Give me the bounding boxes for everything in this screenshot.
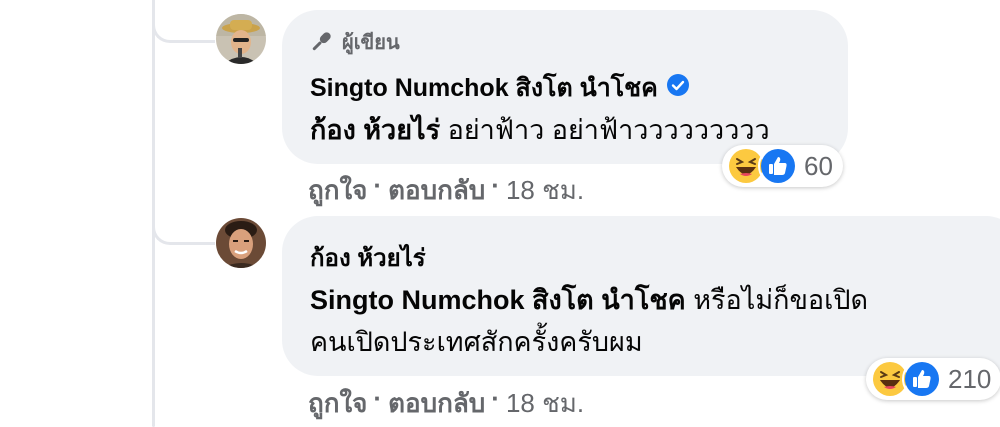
thread-connector bbox=[152, 190, 215, 245]
like-icon bbox=[758, 146, 798, 186]
timestamp-link[interactable]: 18 ชม. bbox=[506, 383, 584, 424]
like-button[interactable]: ถูกใจ bbox=[308, 170, 367, 211]
comment-text: Singto Numchok สิงโต นำโชค หรือไม่ก็ขอเป… bbox=[310, 278, 868, 321]
comment-body: หรือไม่ก็ขอเปิด bbox=[693, 285, 869, 315]
thread-connector bbox=[152, 0, 215, 43]
comment-author: Singto Numchok สิงโต นำโชค bbox=[310, 68, 690, 108]
comment-body: อย่าฟ้าว อย่าฟ้าววววววววว bbox=[447, 115, 770, 145]
comment-actions: ถูกใจ · ตอบกลับ · 18 ชม. bbox=[308, 170, 584, 211]
like-button[interactable]: ถูกใจ bbox=[308, 383, 367, 424]
separator: · bbox=[373, 170, 383, 200]
avatar[interactable] bbox=[216, 218, 266, 268]
author-name-link[interactable]: ก้อง ห้วยไร่ bbox=[310, 238, 426, 277]
author-badge: ผู้เขียน bbox=[308, 26, 400, 58]
mention-link[interactable]: ก้อง ห้วยไร่ bbox=[310, 115, 440, 145]
reaction-summary[interactable]: 210 bbox=[866, 358, 1000, 400]
reaction-summary[interactable]: 60 bbox=[722, 145, 843, 187]
comment-bubble: ก้อง ห้วยไร่ Singto Numchok สิงโต นำโชค … bbox=[282, 216, 1000, 376]
reply-button[interactable]: ตอบกลับ bbox=[388, 383, 485, 424]
like-icon bbox=[902, 359, 942, 399]
comment-actions: ถูกใจ · ตอบกลับ · 18 ชม. bbox=[308, 383, 584, 424]
comment-text: ก้อง ห้วยไร่ อย่าฟ้าว อย่าฟ้าววววววววว bbox=[310, 108, 770, 151]
separator: · bbox=[491, 383, 500, 413]
author-badge-label: ผู้เขียน bbox=[342, 32, 400, 54]
separator: · bbox=[491, 170, 500, 200]
microphone-icon bbox=[308, 29, 334, 55]
reply-button[interactable]: ตอบกลับ bbox=[388, 170, 485, 211]
reaction-count: 210 bbox=[948, 363, 992, 394]
reaction-count: 60 bbox=[804, 150, 833, 181]
comment-text-continued: คนเปิดประเทศสักครั้งครับผม bbox=[310, 327, 643, 357]
timestamp-link[interactable]: 18 ชม. bbox=[506, 170, 584, 211]
verified-badge-icon bbox=[666, 73, 690, 104]
separator: · bbox=[373, 383, 383, 413]
avatar[interactable] bbox=[216, 14, 266, 64]
comment-author: ก้อง ห้วยไร่ bbox=[310, 238, 426, 277]
mention-link[interactable]: Singto Numchok สิงโต นำโชค bbox=[310, 285, 686, 315]
comment-bubble: ผู้เขียน Singto Numchok สิงโต นำโชค ก้อง… bbox=[282, 10, 848, 164]
author-name-link[interactable]: Singto Numchok สิงโต นำโชค bbox=[310, 68, 658, 108]
